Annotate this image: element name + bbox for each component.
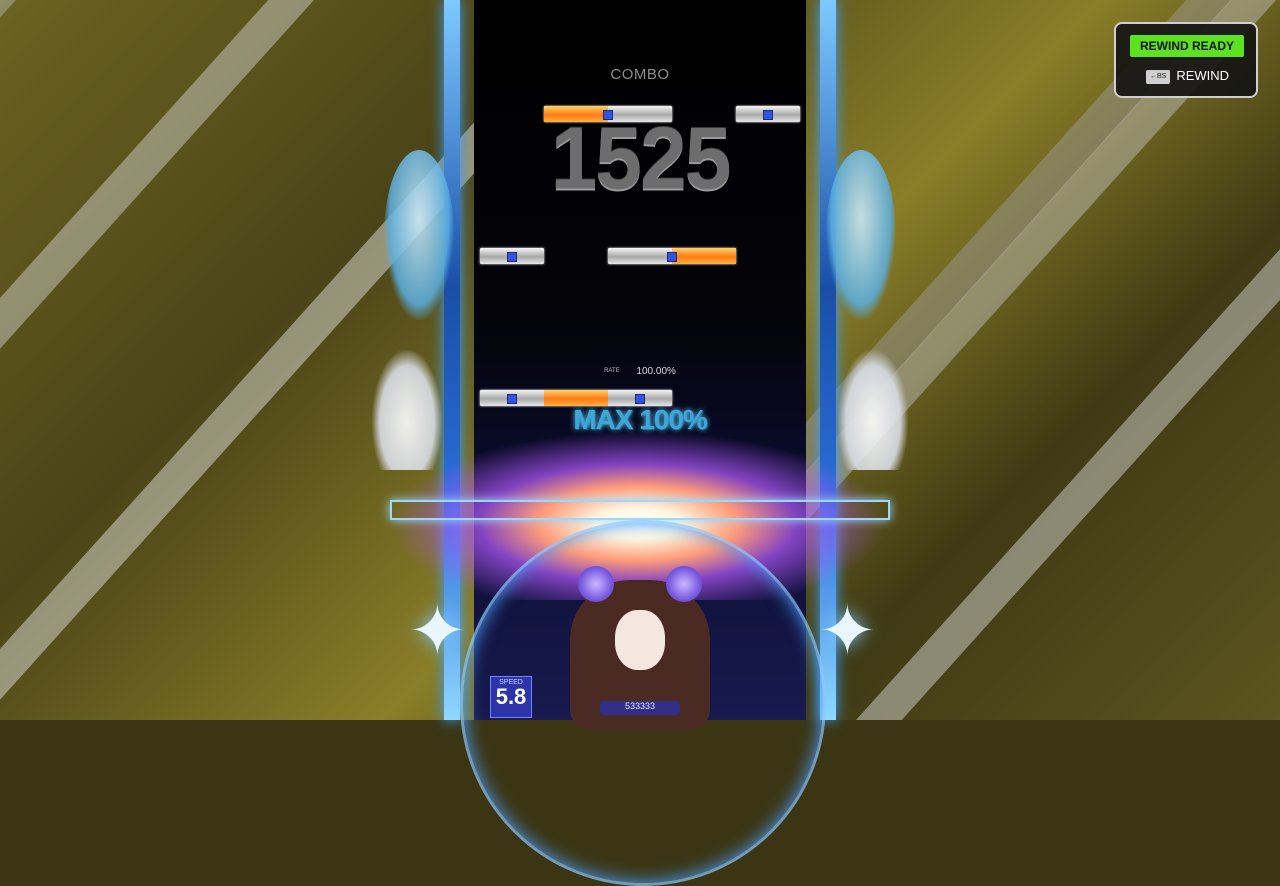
rate-readout: RATE 100.00% [474,366,806,377]
rewind-panel: REWIND READY ←BS REWIND [1114,22,1258,98]
note-long [544,106,672,122]
judgement-line [390,500,890,520]
character-face [615,610,665,670]
right-sparkle-icon: ✦ [818,592,877,670]
rewind-label: REWIND [1176,68,1230,83]
speed-value: 5.8 [495,684,527,709]
rewind-button[interactable]: ←BS REWIND [1146,68,1229,84]
right-flower-ornament [666,566,702,602]
left-blue-wing [384,150,454,320]
backspace-key-icon: ←BS [1146,69,1171,84]
score-display: 533333 [600,701,680,715]
note-long [608,248,736,264]
rewind-ready-badge: REWIND READY [1130,35,1244,57]
combo-label: COMBO [610,66,670,83]
note [736,106,800,122]
rate-label: RATE [604,368,620,375]
rate-value: 100.00% [636,366,676,377]
combo-counter: 1525 [550,108,732,208]
character-art [570,560,710,730]
left-flower-ornament [578,566,614,602]
speed-indicator: SPEED 5.8 [490,676,532,718]
left-sparkle-icon: ✦ [408,592,467,670]
right-blue-wing [826,150,896,320]
note [480,248,544,264]
